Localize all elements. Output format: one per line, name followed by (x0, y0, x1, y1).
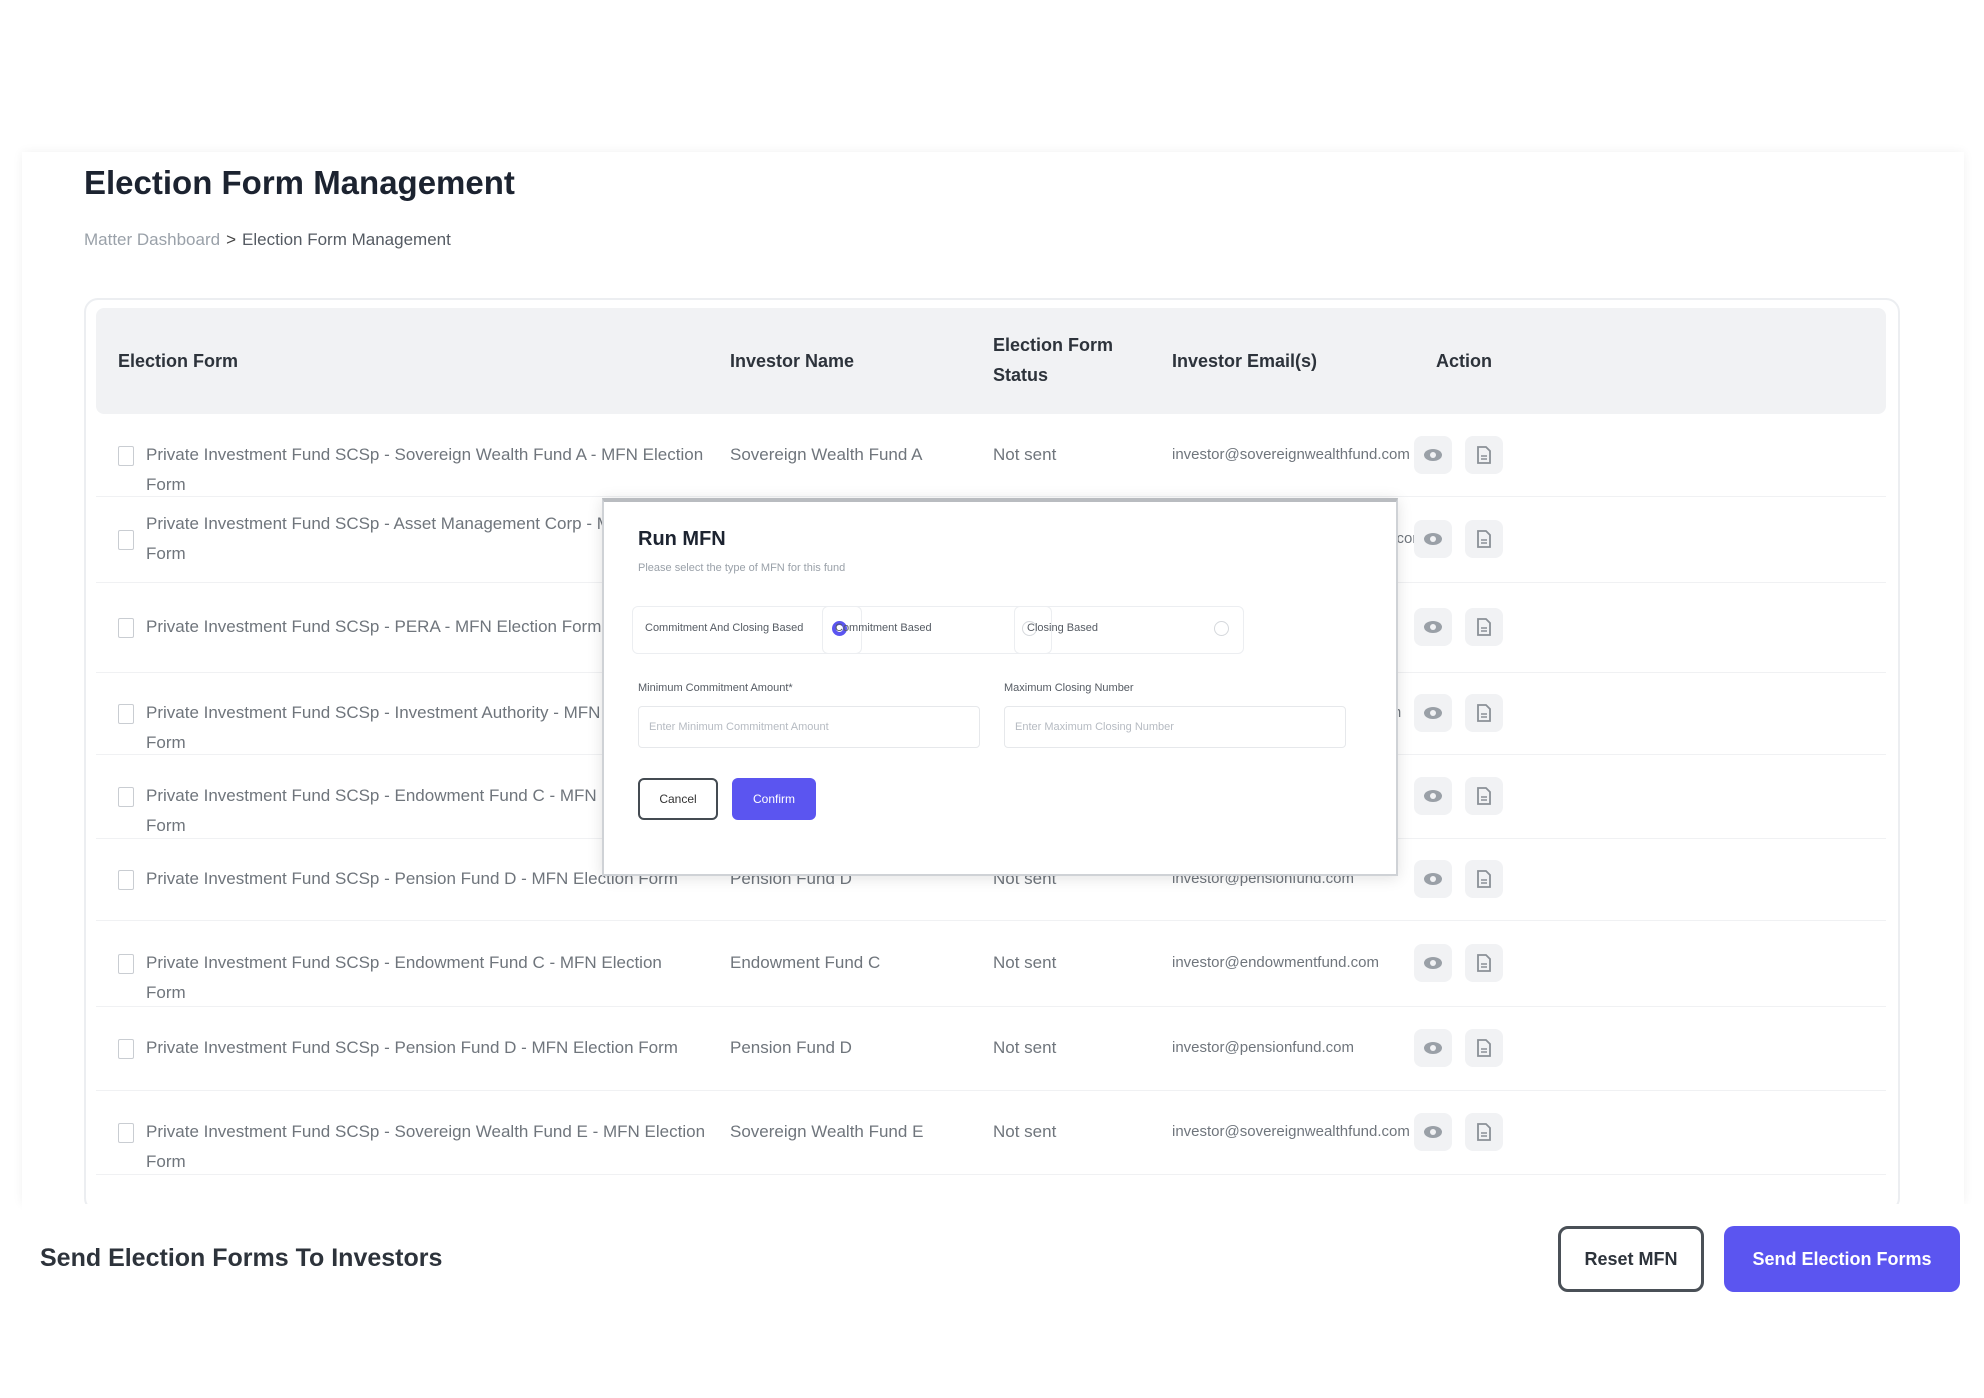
eye-icon[interactable] (1414, 436, 1452, 474)
min-commitment-label: Minimum Commitment Amount* (638, 682, 793, 694)
investor-name: Sovereign Wealth Fund E (730, 1122, 924, 1141)
election-form-status: Not sent (993, 1122, 1057, 1141)
header-investor-emails: Investor Email(s) (1172, 351, 1318, 371)
investor-name: Pension Fund D (730, 1038, 852, 1057)
min-commitment-input[interactable] (638, 706, 980, 748)
reset-mfn-button[interactable]: Reset MFN (1558, 1226, 1704, 1292)
breadcrumb-current: Election Form Management (242, 230, 451, 249)
file-icon (118, 787, 134, 807)
election-form-name: Private Investment Fund SCSp - Pension F… (146, 1038, 678, 1057)
document-icon[interactable] (1465, 1029, 1503, 1067)
modal-subtitle: Please select the type of MFN for this f… (638, 562, 846, 574)
radio-unselected-icon[interactable] (1214, 621, 1229, 636)
option-closing-based[interactable]: Closing Based (1014, 606, 1244, 654)
table-row: Private Investment Fund SCSp - Pension F… (96, 1006, 1886, 1091)
election-form-name: Private Investment Fund SCSp - Endowment… (146, 953, 662, 1002)
confirm-button[interactable]: Confirm (732, 778, 816, 820)
option-label: Commitment And Closing Based (645, 622, 804, 634)
footer-bar: Send Election Forms To Investors Reset M… (22, 1204, 1984, 1314)
page-title: Election Form Management (84, 164, 515, 201)
eye-icon[interactable] (1414, 608, 1452, 646)
eye-icon[interactable] (1414, 944, 1452, 982)
table-row: Private Investment Fund SCSp - Sovereign… (96, 414, 1886, 497)
breadcrumb-separator: > (226, 230, 237, 249)
file-icon (118, 704, 134, 724)
eye-icon[interactable] (1414, 694, 1452, 732)
breadcrumb: Matter Dashboard > Election Form Managemen… (84, 230, 451, 250)
file-icon (118, 954, 134, 974)
document-icon[interactable] (1465, 608, 1503, 646)
file-icon (118, 1123, 134, 1143)
header-investor-name: Investor Name (730, 351, 855, 371)
file-icon (118, 446, 134, 466)
modal-title: Run MFN (638, 528, 726, 550)
document-icon[interactable] (1465, 860, 1503, 898)
max-closing-input[interactable] (1004, 706, 1346, 748)
option-label: Closing Based (1027, 622, 1098, 634)
election-form-status: Not sent (993, 445, 1057, 464)
file-icon (118, 530, 134, 550)
table-row: Private Investment Fund SCSp - Sovereign… (96, 1090, 1886, 1175)
document-icon[interactable] (1465, 436, 1503, 474)
document-icon[interactable] (1465, 694, 1503, 732)
document-icon[interactable] (1465, 520, 1503, 558)
table-row: Private Investment Fund SCSp - Endowment… (96, 920, 1886, 1007)
breadcrumb-parent-link[interactable]: Matter Dashboard (84, 230, 220, 249)
footer-title: Send Election Forms To Investors (40, 1244, 443, 1272)
table-header: Election Form Investor Name Election For… (96, 308, 1886, 414)
run-mfn-modal: Run MFN Please select the type of MFN fo… (602, 498, 1398, 876)
option-label: Commitment Based (835, 622, 932, 634)
eye-icon[interactable] (1414, 1113, 1452, 1151)
election-form-status: Not sent (993, 953, 1057, 972)
cancel-button[interactable]: Cancel (638, 778, 718, 820)
file-icon (118, 870, 134, 890)
investor-name: Endowment Fund C (730, 953, 881, 972)
document-icon[interactable] (1465, 944, 1503, 982)
election-form-status: Not sent (993, 1038, 1057, 1057)
eye-icon[interactable] (1414, 1029, 1452, 1067)
eye-icon[interactable] (1414, 777, 1452, 815)
file-icon (118, 1039, 134, 1059)
investor-name: Sovereign Wealth Fund A (730, 445, 923, 464)
header-action: Action (1436, 351, 1492, 371)
send-election-forms-button[interactable]: Send Election Forms (1724, 1226, 1960, 1292)
election-form-name: Private Investment Fund SCSp - Sovereign… (146, 1122, 706, 1171)
eye-icon[interactable] (1414, 520, 1452, 558)
election-form-name: Private Investment Fund SCSp - Sovereign… (146, 445, 704, 494)
document-icon[interactable] (1465, 1113, 1503, 1151)
max-closing-label: Maximum Closing Number (1004, 682, 1134, 694)
header-status: Election Form Status (993, 335, 1114, 385)
file-icon (118, 618, 134, 638)
eye-icon[interactable] (1414, 860, 1452, 898)
document-icon[interactable] (1465, 777, 1503, 815)
header-election-form: Election Form (118, 351, 239, 371)
